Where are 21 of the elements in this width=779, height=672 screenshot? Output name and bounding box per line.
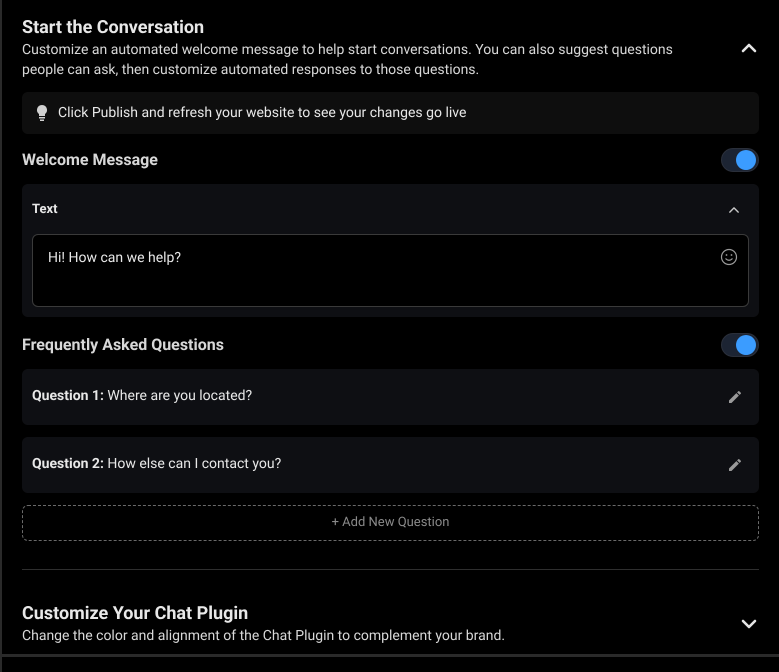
toggle-switch[interactable]	[721, 148, 759, 172]
welcome-heading: Welcome Message	[22, 149, 158, 171]
lightbulb-icon	[34, 104, 50, 122]
question-card[interactable]: Question 2: How else can I contact you?	[22, 436, 759, 492]
smiley-icon[interactable]	[720, 248, 738, 266]
message-field[interactable]: Hi! How can we help?	[32, 234, 749, 306]
tip-text: Click Publish and refresh your website to see your changes go live	[58, 104, 466, 122]
panel-title: Text	[32, 201, 58, 219]
toggle-switch[interactable]	[721, 332, 759, 356]
faq-heading: Frequently Asked Questions	[22, 334, 224, 356]
section-title: Customize Your Chat Plugin	[22, 602, 250, 626]
pencil-icon[interactable]	[727, 388, 743, 404]
section-title: Start the Conversation	[22, 16, 206, 40]
question-card[interactable]: Question 1: Where are you located?	[22, 368, 759, 424]
message-text: Hi! How can we help?	[48, 248, 182, 268]
pencil-icon[interactable]	[727, 456, 743, 472]
section-description: Customize an automated welcome message to help start conversations. You can also suggest questions people can ask, then customize automated responses to those questions.	[22, 41, 674, 80]
question-text: Question 2: How else can I contact you?	[32, 455, 282, 474]
section-description: Change the color and alignment of the Chat Plugin to complement your brand.	[22, 626, 506, 646]
add-question-button[interactable]: + Add New Question	[22, 504, 759, 540]
question-text: Question 1: Where are you located?	[32, 387, 252, 406]
